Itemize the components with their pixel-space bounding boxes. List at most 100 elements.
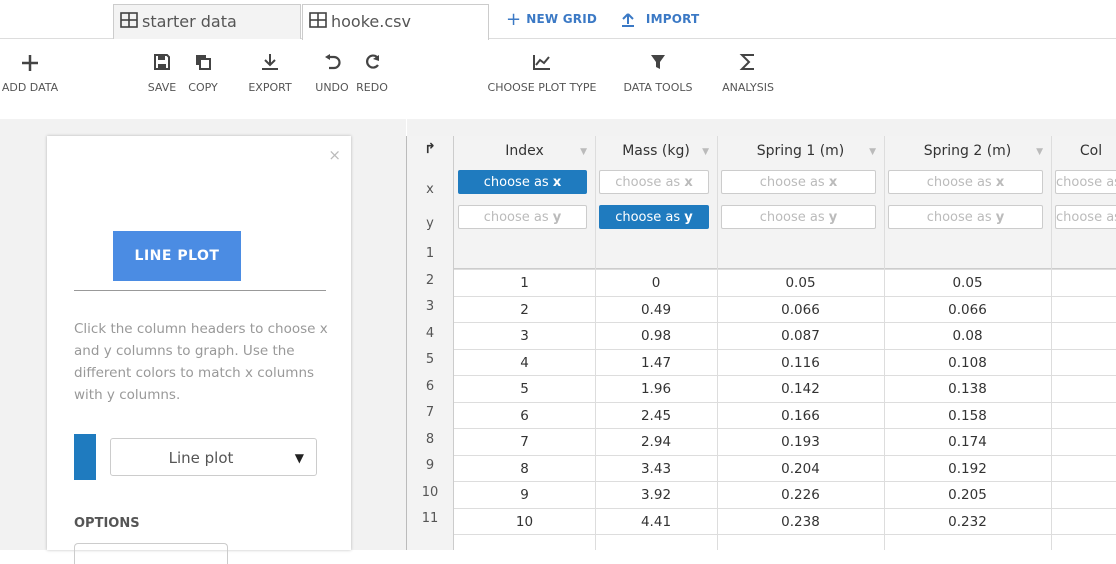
table-cell[interactable]: 0.05 bbox=[884, 275, 1051, 291]
undo-icon bbox=[314, 53, 350, 77]
row-number[interactable]: 8 bbox=[407, 432, 453, 447]
tab-starter-data[interactable]: starter data bbox=[113, 4, 301, 39]
row-number[interactable]: 7 bbox=[407, 405, 453, 420]
copy-button[interactable]: COPY bbox=[185, 53, 221, 94]
choose-as-prefix: choose as bbox=[483, 210, 553, 225]
table-cell[interactable]: 1.96 bbox=[595, 381, 717, 397]
table-cell[interactable]: 0.192 bbox=[884, 461, 1051, 477]
choose-as-y-button[interactable]: choose as y bbox=[888, 205, 1043, 229]
table-cell[interactable]: 0.238 bbox=[717, 514, 884, 530]
table-cell[interactable]: 0.066 bbox=[884, 302, 1051, 318]
close-icon[interactable]: × bbox=[328, 146, 341, 164]
table-cell[interactable]: 0.116 bbox=[717, 355, 884, 371]
choose-as-y-button[interactable]: choose as y bbox=[599, 205, 709, 229]
download-icon bbox=[243, 53, 297, 77]
row-number[interactable]: 4 bbox=[407, 326, 453, 341]
new-grid-button[interactable]: + NEW GRID bbox=[506, 9, 597, 30]
choose-plot-type-label: CHOOSE PLOT TYPE bbox=[487, 81, 597, 94]
choose-as-y-button[interactable]: choose as y bbox=[458, 205, 587, 229]
table-cell[interactable]: 0.05 bbox=[717, 275, 884, 291]
choose-as-x-button[interactable]: choose as x bbox=[888, 170, 1043, 194]
table-cell[interactable]: 10 bbox=[454, 514, 595, 530]
row-number[interactable]: 1 bbox=[407, 246, 453, 261]
column-header[interactable]: Index ▼ bbox=[454, 140, 595, 162]
table-cell[interactable]: 0.232 bbox=[884, 514, 1051, 530]
analysis-button[interactable]: ANALYSIS bbox=[713, 53, 783, 94]
line-plot-button[interactable]: LINE PLOT bbox=[113, 231, 241, 281]
table-cell[interactable]: 0.08 bbox=[884, 328, 1051, 344]
choose-as-x-button[interactable]: choose as x bbox=[599, 170, 709, 194]
table-cell[interactable]: 0.204 bbox=[717, 461, 884, 477]
table-cell[interactable]: 0.98 bbox=[595, 328, 717, 344]
choose-as-x-button[interactable]: choose as x bbox=[1055, 170, 1116, 194]
table-cell[interactable]: 0.205 bbox=[884, 487, 1051, 503]
row-number[interactable]: 6 bbox=[407, 379, 453, 394]
series-type-select[interactable]: Line plot ▼ bbox=[110, 438, 317, 476]
add-data-label: ADD DATA bbox=[1, 81, 59, 94]
table-cell[interactable]: 3.43 bbox=[595, 461, 717, 477]
column-header-label: Spring 2 (m) bbox=[923, 143, 1012, 159]
table-cell[interactable]: 0 bbox=[595, 275, 717, 291]
sort-caret-icon[interactable]: ▼ bbox=[580, 141, 587, 163]
table-cell[interactable]: 2.45 bbox=[595, 408, 717, 424]
table-cell[interactable]: 0.142 bbox=[717, 381, 884, 397]
table-cell[interactable]: 3 bbox=[454, 328, 595, 344]
row-number[interactable]: 11 bbox=[407, 511, 453, 526]
undo-button[interactable]: UNDO bbox=[314, 53, 350, 94]
table-cell[interactable]: 0.166 bbox=[717, 408, 884, 424]
choose-as-x-button[interactable]: choose as x bbox=[721, 170, 876, 194]
redo-button[interactable]: REDO bbox=[355, 53, 389, 94]
column-header[interactable]: Mass (kg) ▼ bbox=[595, 140, 717, 162]
table-cell[interactable]: 0.193 bbox=[717, 434, 884, 450]
choose-as-y-button[interactable]: choose as y bbox=[721, 205, 876, 229]
table-cell[interactable]: 0.226 bbox=[717, 487, 884, 503]
toolbar: ADD DATA SAVE COPY EXPORT UNDO REDO CHOO… bbox=[0, 39, 1116, 119]
column-header[interactable]: Col bbox=[1051, 140, 1116, 162]
row-number[interactable]: 5 bbox=[407, 352, 453, 367]
choose-as-x-button[interactable]: choose as x bbox=[458, 170, 587, 194]
series-color-swatch[interactable] bbox=[74, 434, 96, 480]
table-cell[interactable]: 2 bbox=[454, 302, 595, 318]
table-cell[interactable]: 1 bbox=[454, 275, 595, 291]
table-cell[interactable]: 8 bbox=[454, 461, 595, 477]
row-number[interactable]: 3 bbox=[407, 299, 453, 314]
table-cell[interactable]: 9 bbox=[454, 487, 595, 503]
tab-label: hooke.csv bbox=[331, 12, 411, 31]
table-cell[interactable]: 1.47 bbox=[595, 355, 717, 371]
table-cell[interactable]: 3.92 bbox=[595, 487, 717, 503]
sort-caret-icon[interactable]: ▼ bbox=[702, 141, 709, 163]
corner-arrow-icon[interactable]: ↱ bbox=[407, 136, 453, 163]
add-data-button[interactable]: ADD DATA bbox=[0, 53, 60, 94]
column-header[interactable]: Spring 2 (m) ▼ bbox=[884, 140, 1051, 162]
undo-label: UNDO bbox=[315, 81, 349, 94]
table-cell[interactable]: 0.066 bbox=[717, 302, 884, 318]
row-number[interactable]: 9 bbox=[407, 458, 453, 473]
choose-as-y-button[interactable]: choose as y bbox=[1055, 205, 1116, 229]
table-cell[interactable]: 0.174 bbox=[884, 434, 1051, 450]
tab-hooke-csv[interactable]: hooke.csv bbox=[302, 4, 489, 40]
table-cell[interactable]: 2.94 bbox=[595, 434, 717, 450]
sort-caret-icon[interactable]: ▼ bbox=[869, 141, 876, 163]
table-cell[interactable]: 0.108 bbox=[884, 355, 1051, 371]
table-cell[interactable]: 7 bbox=[454, 434, 595, 450]
options-box[interactable] bbox=[74, 543, 228, 564]
export-button[interactable]: EXPORT bbox=[243, 53, 297, 94]
table-cell[interactable]: 0.138 bbox=[884, 381, 1051, 397]
save-button[interactable]: SAVE bbox=[145, 53, 179, 94]
table-cell[interactable]: 6 bbox=[454, 408, 595, 424]
choose-plot-type-button[interactable]: CHOOSE PLOT TYPE bbox=[477, 53, 607, 94]
import-button[interactable]: IMPORT bbox=[621, 9, 699, 30]
column-header[interactable]: Spring 1 (m) ▼ bbox=[717, 140, 884, 162]
y-axis-label: y bbox=[426, 216, 434, 231]
table-cell[interactable]: 4 bbox=[454, 355, 595, 371]
sort-caret-icon[interactable]: ▼ bbox=[1036, 141, 1043, 163]
table-cell[interactable]: 5 bbox=[454, 381, 595, 397]
data-tools-button[interactable]: DATA TOOLS bbox=[618, 53, 698, 94]
plus-icon bbox=[0, 53, 60, 77]
row-number[interactable]: 10 bbox=[407, 485, 453, 500]
table-cell[interactable]: 0.158 bbox=[884, 408, 1051, 424]
table-cell[interactable]: 0.49 bbox=[595, 302, 717, 318]
table-cell[interactable]: 0.087 bbox=[717, 328, 884, 344]
row-number[interactable]: 2 bbox=[407, 273, 453, 288]
table-cell[interactable]: 4.41 bbox=[595, 514, 717, 530]
